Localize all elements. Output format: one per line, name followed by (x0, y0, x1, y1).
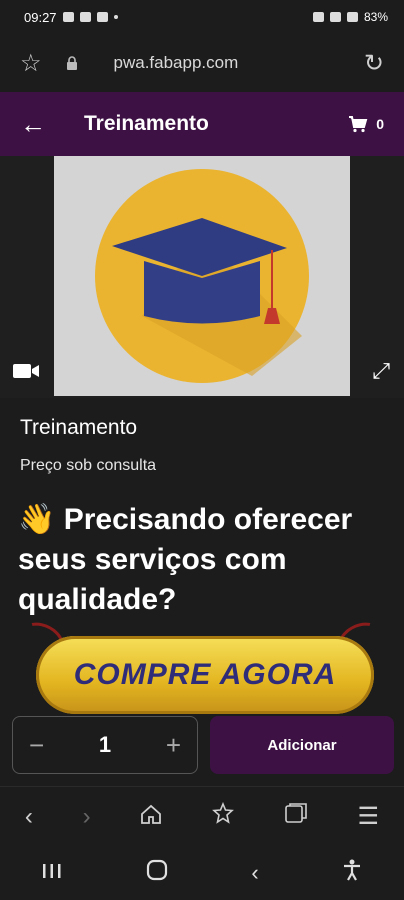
message-icon (79, 12, 91, 22)
browser-forward-icon[interactable]: › (83, 803, 91, 831)
gallery-icon (62, 12, 74, 22)
lock-icon[interactable] (66, 56, 78, 70)
reload-icon[interactable]: ↻ (364, 49, 384, 78)
graduation-cap-icon (95, 169, 309, 383)
add-to-cart-bar: − 1 + Adicionar (0, 714, 404, 786)
product-name: Treinamento (20, 416, 138, 439)
url-text[interactable]: pwa.fabapp.com (114, 53, 364, 73)
quantity-stepper: − 1 + (12, 716, 198, 774)
home-button-icon[interactable] (145, 858, 169, 888)
system-back-icon[interactable]: ‹ (251, 860, 258, 886)
menu-icon[interactable]: ☰ (358, 802, 380, 831)
more-notifications-icon (113, 15, 118, 19)
signal-icon (346, 12, 358, 22)
page-title: Treinamento (84, 112, 209, 135)
chat-icon (96, 12, 108, 22)
alarm-icon (312, 12, 324, 22)
wifi-icon (329, 12, 341, 22)
bookmark-star-icon[interactable]: ☆ (20, 49, 42, 78)
cart-count: 0 (376, 116, 384, 132)
buy-now-banner[interactable]: COMPRE AGORA (36, 636, 374, 714)
recent-apps-icon[interactable] (41, 860, 63, 886)
bookmarks-icon[interactable] (212, 801, 234, 831)
accessibility-icon[interactable] (341, 858, 363, 888)
browser-url-bar: ☆ pwa.fabapp.com ↻ (0, 34, 404, 92)
cart-icon (349, 116, 368, 133)
quantity-value[interactable]: 1 (99, 732, 111, 758)
buy-now-label: COMPRE AGORA (73, 658, 337, 691)
system-navigation-bar: ‹ (0, 846, 404, 900)
browser-back-icon[interactable]: ‹ (25, 803, 33, 831)
fullscreen-expand-icon[interactable]: ⤢ (372, 358, 390, 384)
video-camera-icon[interactable] (12, 362, 40, 385)
product-price: Preço sob consulta (20, 457, 157, 474)
browser-toolbar: ‹ › ☰ (0, 786, 404, 846)
decrement-button[interactable]: − (29, 730, 44, 761)
clock: 09:27 (24, 9, 57, 25)
home-icon[interactable] (140, 803, 162, 831)
waving-hand-emoji: 👋 (18, 503, 56, 536)
cart-button[interactable]: 0 (348, 115, 384, 133)
product-headline: 👋 Precisando oferecer seus serviços com … (18, 500, 388, 620)
product-image[interactable] (54, 156, 350, 396)
battery-level: 83% (363, 10, 388, 24)
app-header: ← Treinamento 0 (0, 92, 404, 156)
product-media: ⤢ (0, 156, 404, 398)
tabs-icon[interactable] (284, 802, 308, 831)
back-arrow-icon[interactable]: ← (20, 109, 50, 140)
increment-button[interactable]: + (166, 730, 181, 761)
status-bar: 09:27 83% (0, 0, 404, 34)
add-button[interactable]: Adicionar (210, 716, 394, 774)
headline-text: Precisando oferecer seus serviços com qu… (18, 503, 353, 616)
